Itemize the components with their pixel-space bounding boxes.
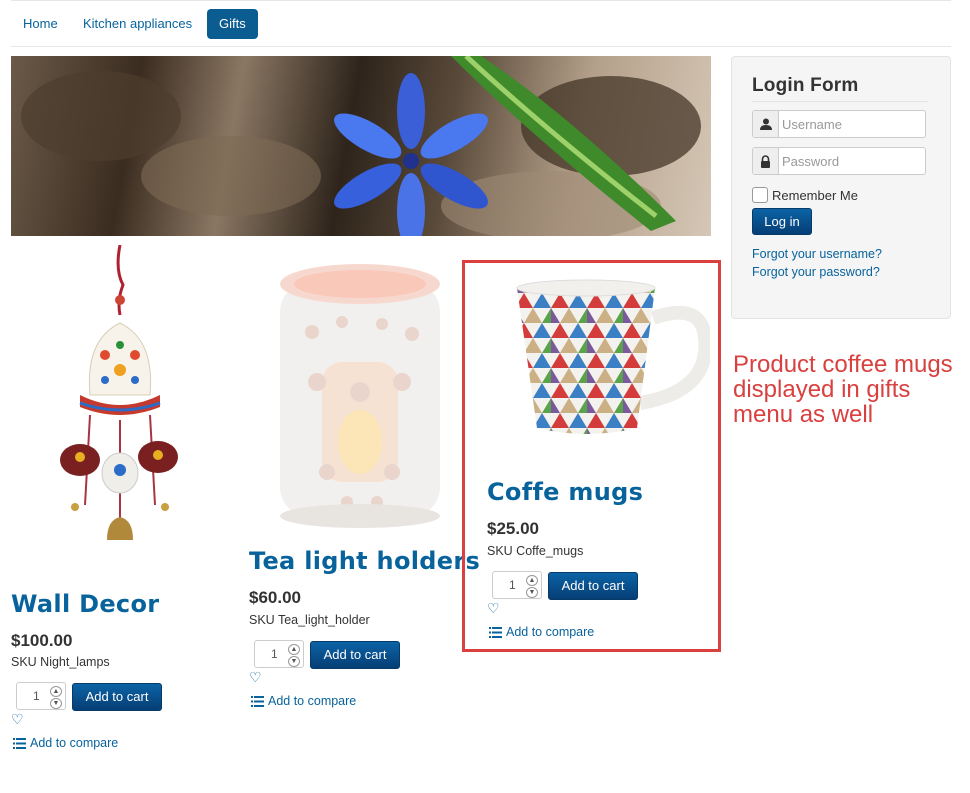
add-to-compare-label: Add to compare [30, 736, 119, 750]
quantity-up-icon[interactable]: ▲ [288, 644, 300, 655]
forgot-username-link[interactable]: Forgot your username? [752, 247, 882, 261]
add-to-cart-button[interactable]: Add to cart [310, 641, 400, 669]
quantity-up-icon[interactable]: ▲ [50, 686, 62, 697]
login-button[interactable]: Log in [752, 208, 812, 235]
product-title-tea-light-holders[interactable]: Tea light holders [249, 547, 480, 575]
banner-image [11, 56, 711, 236]
password-field[interactable] [752, 147, 926, 175]
login-form: Login Form Remember Me Log in Forgot you… [731, 56, 951, 319]
wishlist-heart-icon[interactable]: ♡ [11, 711, 24, 728]
quantity-stepper[interactable]: 1 ▲ ▼ [16, 682, 66, 710]
wishlist-heart-icon[interactable]: ♡ [249, 669, 262, 686]
password-input[interactable] [780, 150, 924, 172]
quantity-down-icon[interactable]: ▼ [50, 698, 62, 709]
list-icon [13, 737, 26, 749]
username-input[interactable] [780, 113, 924, 135]
quantity-down-icon[interactable]: ▼ [288, 656, 300, 667]
banner-flower-illustration [21, 56, 701, 236]
list-icon [251, 695, 264, 707]
username-field[interactable] [752, 110, 926, 138]
forgot-password-link[interactable]: Forgot your password? [752, 265, 880, 279]
quantity-value: 1 [33, 689, 40, 703]
product-price-wall-decor: $100.00 [11, 631, 73, 650]
nav-item-kitchen-appliances[interactable]: Kitchen appliances [71, 9, 204, 39]
product-sku-wall-decor: SKU Night_lamps [11, 655, 110, 669]
top-nav: Home Kitchen appliances Gifts [11, 0, 951, 47]
quantity-value: 1 [271, 647, 278, 661]
product-image-tea-light-holders[interactable] [272, 262, 447, 532]
highlight-box [462, 260, 721, 652]
nav-item-gifts[interactable]: Gifts [207, 9, 258, 39]
product-price-tea-light-holders: $60.00 [249, 588, 301, 607]
product-title-wall-decor[interactable]: Wall Decor [11, 590, 159, 618]
product-sku-tea-light-holders: SKU Tea_light_holder [249, 613, 370, 627]
product-image-wall-decor[interactable] [45, 244, 185, 555]
add-to-cart-button[interactable]: Add to cart [72, 683, 162, 711]
remember-me-checkbox[interactable] [752, 187, 768, 203]
nav-item-home[interactable]: Home [11, 9, 70, 39]
user-icon [753, 111, 779, 137]
remember-me[interactable]: Remember Me [752, 187, 858, 203]
add-to-compare-link[interactable]: Add to compare [13, 736, 118, 750]
login-form-title: Login Form [752, 75, 859, 96]
quantity-stepper[interactable]: 1 ▲ ▼ [254, 640, 304, 668]
lock-icon [753, 148, 779, 174]
add-to-compare-label: Add to compare [268, 694, 357, 708]
add-to-compare-link[interactable]: Add to compare [251, 694, 356, 708]
login-divider [752, 101, 928, 102]
remember-me-label: Remember Me [772, 187, 858, 203]
annotation-note: Product coffee mugs displayed in gifts m… [733, 351, 953, 428]
